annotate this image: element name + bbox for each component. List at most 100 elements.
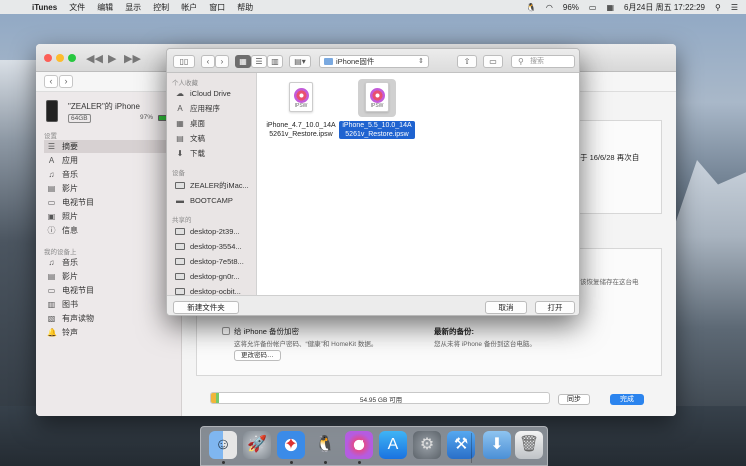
open-file-dialog: ▯▯ ‹ › ▦ ☰ ▥ ▤▾ iPhone固件 ⇕ ⇧ ▭ ⚲ 搜索 个人收藏… bbox=[166, 48, 580, 316]
launchpad-icon[interactable]: 🚀 bbox=[243, 431, 271, 459]
back-icon[interactable]: ‹ bbox=[201, 55, 215, 68]
location-popup[interactable]: iPhone固件 ⇕ bbox=[319, 55, 429, 68]
sync-button[interactable]: 同步 bbox=[558, 394, 590, 405]
sidebar-item-imac[interactable]: ZEALER的iMac... bbox=[172, 179, 256, 192]
sidebar-item-shared-4[interactable]: desktop-gn0r... bbox=[172, 270, 256, 283]
sidebar-item-device-tones[interactable]: 🔔 铃声 bbox=[44, 326, 174, 339]
dialog-toolbar: ▯▯ ‹ › ▦ ☰ ▥ ▤▾ iPhone固件 ⇕ ⇧ ▭ ⚲ 搜索 bbox=[167, 49, 579, 73]
wifi-icon[interactable]: ◠ bbox=[546, 3, 553, 12]
sidebar-item-summary[interactable]: ☰ 摘要 bbox=[44, 140, 174, 153]
done-button[interactable]: 完成 bbox=[610, 394, 644, 405]
sidebar-toggle-icon[interactable]: ▯▯ bbox=[173, 55, 195, 68]
new-folder-button[interactable]: 新建文件夹 bbox=[173, 301, 239, 314]
computer-icon bbox=[175, 182, 185, 189]
file-name: iPhone_5.5_10.0_14A5261v_Restore.ipsw bbox=[339, 121, 415, 139]
open-button[interactable]: 打开 bbox=[535, 301, 575, 314]
sidebar-item-documents[interactable]: ▤ 文稿 bbox=[172, 132, 256, 145]
app-store-icon[interactable]: A bbox=[379, 431, 407, 459]
battery-percent[interactable]: 96% bbox=[563, 3, 579, 12]
sidebar-item-shared-5[interactable]: desktop-ocbit... bbox=[172, 285, 256, 295]
qq-icon[interactable]: 🐧 bbox=[311, 431, 339, 459]
cloud-icon: ☁ bbox=[176, 89, 184, 98]
sidebar-item-music[interactable]: ♫ 音乐 bbox=[44, 168, 174, 181]
menu-view[interactable]: 显示 bbox=[125, 2, 141, 13]
menu-file[interactable]: 文件 bbox=[69, 2, 85, 13]
forward-icon[interactable]: › bbox=[59, 75, 73, 88]
list-view-icon[interactable]: ☰ bbox=[251, 55, 267, 68]
safari-icon[interactable]: ✦ bbox=[277, 431, 305, 459]
menu-itunes[interactable]: iTunes bbox=[32, 3, 57, 12]
qq-status-icon[interactable]: 🐧 bbox=[526, 3, 536, 12]
sidebar-item-tv-shows[interactable]: ▭ 电视节目 bbox=[44, 196, 174, 209]
close-window-icon[interactable] bbox=[44, 54, 52, 62]
rewind-icon[interactable]: ◀◀ bbox=[86, 52, 103, 65]
file-item-selected[interactable]: IPSW iPhone_5.5_10.0_14A5261v_Restore.ip… bbox=[339, 79, 415, 139]
sidebar-item-device-audiobooks[interactable]: ▧ 有声读物 bbox=[44, 312, 174, 325]
menu-controls[interactable]: 控制 bbox=[153, 2, 169, 13]
settings-header: 设置 bbox=[44, 133, 57, 140]
sidebar-item-info[interactable]: ⓘ 信息 bbox=[44, 224, 174, 237]
sidebar-item-shared-2[interactable]: desktop-3554... bbox=[172, 240, 256, 253]
sidebar-item-photos[interactable]: ▣ 照片 bbox=[44, 210, 174, 223]
file-item[interactable]: IPSW iPhone_4.7_10.0_14A5261v_Restore.ip… bbox=[263, 79, 339, 139]
sidebar-item-device-tv-shows[interactable]: ▭ 电视节目 bbox=[44, 284, 174, 297]
zoom-window-icon[interactable] bbox=[68, 54, 76, 62]
battery-icon[interactable]: ▭ bbox=[589, 3, 597, 12]
sidebar-item-device-music[interactable]: ♫ 音乐 bbox=[44, 256, 174, 269]
sidebar-item-movies[interactable]: ▤ 影片 bbox=[44, 182, 174, 195]
change-password-button[interactable]: 更改密码… bbox=[234, 350, 281, 361]
finder-icon[interactable]: ☺ bbox=[209, 431, 237, 459]
sidebar-item-bootcamp[interactable]: ▬ BOOTCAMP bbox=[172, 194, 256, 207]
movies-icon: ▤ bbox=[47, 184, 56, 193]
menu-account[interactable]: 帐户 bbox=[181, 2, 197, 13]
sidebar-item-shared-1[interactable]: desktop-2t39... bbox=[172, 225, 256, 238]
sidebar-item-label: 音乐 bbox=[62, 170, 78, 179]
sidebar-item-shared-3[interactable]: desktop-7e5t8... bbox=[172, 255, 256, 268]
sidebar-item-device-books[interactable]: ▥ 图书 bbox=[44, 298, 174, 311]
sidebar-item-label: 影片 bbox=[62, 272, 78, 281]
clock[interactable]: 6月24日 周五 17:22:29 bbox=[624, 2, 705, 13]
menu-edit[interactable]: 编辑 bbox=[97, 2, 113, 13]
forward-icon[interactable]: › bbox=[215, 55, 229, 68]
dialog-sidebar: 个人收藏 ☁ iCloud Drive A 应用程序 ▦ 桌面 ▤ 文稿 ⬇ 下载 设备 … bbox=[167, 73, 257, 295]
spotlight-icon[interactable]: ⚲ bbox=[715, 3, 721, 12]
ipsw-file-icon: IPSW bbox=[282, 79, 320, 117]
menu-help[interactable]: 帮助 bbox=[237, 2, 253, 13]
itunes-icon[interactable]: ♫ bbox=[345, 431, 373, 459]
play-icon[interactable]: ▶ bbox=[108, 52, 116, 65]
downloads-folder-icon[interactable]: ⬇ bbox=[483, 431, 511, 459]
menu-window[interactable]: 窗口 bbox=[209, 2, 225, 13]
sidebar-item-desktop[interactable]: ▦ 桌面 bbox=[172, 117, 256, 130]
tags-icon[interactable]: ▭ bbox=[483, 55, 503, 68]
monitor-icon bbox=[175, 228, 185, 235]
device-capacity: 64GB bbox=[68, 114, 91, 123]
ipsw-file-icon: IPSW bbox=[358, 79, 396, 117]
trash-icon[interactable]: 🗑 bbox=[515, 431, 543, 459]
notification-center-icon[interactable]: ☰ bbox=[731, 3, 738, 12]
sidebar-item-icloud-drive[interactable]: ☁ iCloud Drive bbox=[172, 87, 256, 100]
sidebar-item-applications[interactable]: A 应用程序 bbox=[172, 102, 256, 115]
menu-bar: iTunes 文件 编辑 显示 控制 帐户 窗口 帮助 🐧 ◠ 96% ▭ ▦ … bbox=[0, 0, 746, 14]
minimize-window-icon[interactable] bbox=[56, 54, 64, 62]
music-icon: ♫ bbox=[48, 170, 55, 179]
sidebar-item-device-movies[interactable]: ▤ 影片 bbox=[44, 270, 174, 283]
sidebar-item-label: 应用 bbox=[62, 156, 78, 165]
fast-forward-icon[interactable]: ▶▶ bbox=[124, 52, 141, 65]
device-battery-percent: 97% bbox=[140, 114, 154, 121]
share-icon[interactable]: ⇧ bbox=[457, 55, 477, 68]
dialog-file-browser: IPSW iPhone_4.7_10.0_14A5261v_Restore.ip… bbox=[257, 73, 579, 295]
device-summary[interactable]: "ZEALER"的 iPhone 64GB 97% bbox=[44, 98, 174, 132]
input-source-icon[interactable]: ▦ bbox=[606, 3, 614, 12]
search-field[interactable]: ⚲ 搜索 bbox=[511, 55, 575, 68]
column-view-icon[interactable]: ▥ bbox=[267, 55, 283, 68]
backup-restore-text: 该恢复储存在这台电 bbox=[580, 279, 639, 286]
summary-icon: ☰ bbox=[47, 142, 56, 151]
sidebar-item-apps[interactable]: A 应用 bbox=[44, 154, 174, 167]
arrange-icon[interactable]: ▤▾ bbox=[289, 55, 311, 68]
sidebar-item-downloads[interactable]: ⬇ 下载 bbox=[172, 147, 256, 160]
system-preferences-icon[interactable]: ⚙ bbox=[413, 431, 441, 459]
icon-view-icon[interactable]: ▦ bbox=[235, 55, 251, 68]
cancel-button[interactable]: 取消 bbox=[485, 301, 527, 314]
back-icon[interactable]: ‹ bbox=[44, 75, 58, 88]
encrypt-backup-checkbox[interactable] bbox=[222, 327, 230, 335]
